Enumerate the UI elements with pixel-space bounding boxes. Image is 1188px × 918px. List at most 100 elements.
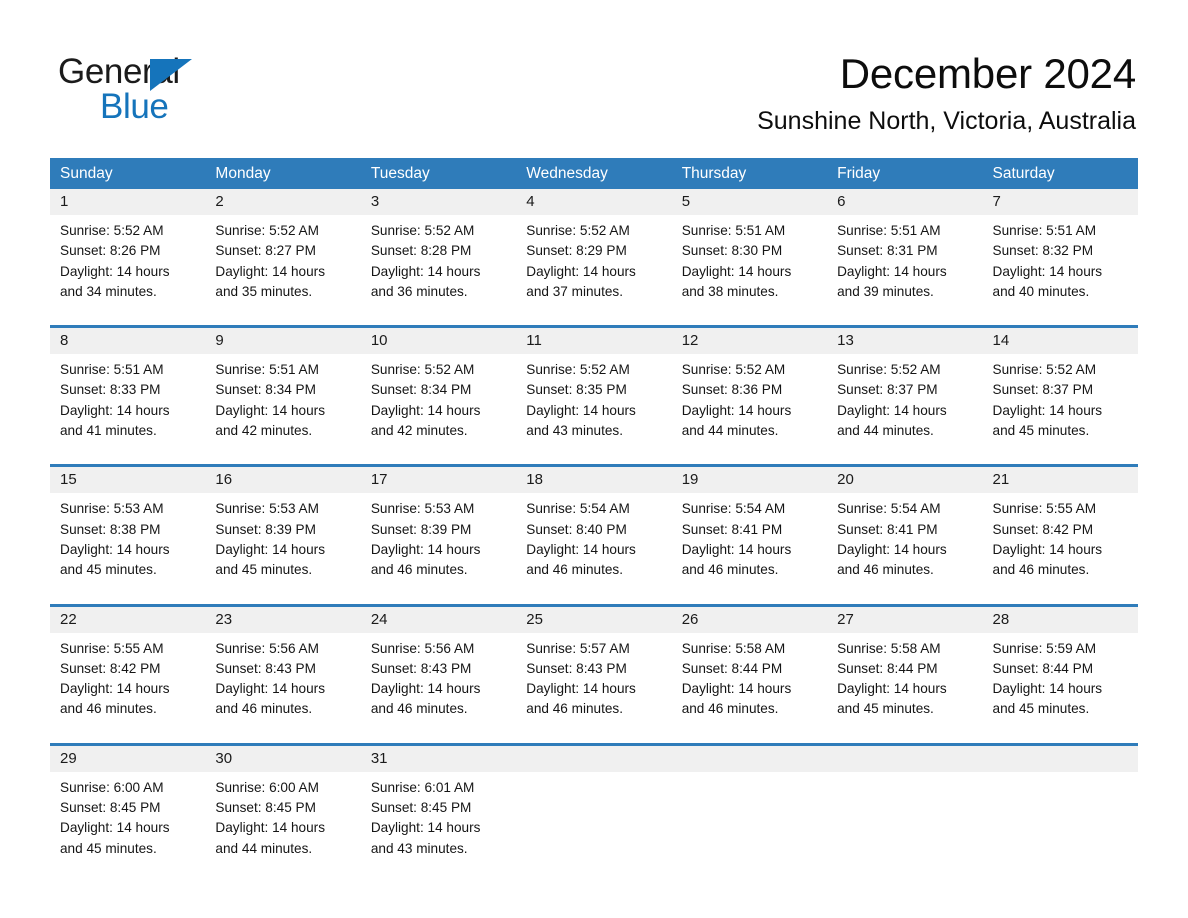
weekday-header-tuesday: Tuesday [370, 165, 430, 182]
day-sun-info: Sunrise: 5:51 AM Sunset: 8:34 PM Dayligh… [215, 362, 325, 439]
day-number: 26 [671, 606, 828, 633]
day-number: 5 [671, 189, 828, 215]
day-number: 20 [827, 467, 983, 494]
day-number: 28 [982, 606, 1138, 633]
day-sun-info [827, 772, 982, 778]
day-sun-info: Sunrise: 5:52 AM Sunset: 8:34 PM Dayligh… [370, 362, 481, 439]
day-cell[interactable]: 29 Sunrise: 6:00 AM Sunset: 8:45 PM Dayl… [50, 745, 206, 871]
day-number: 15 [50, 467, 206, 494]
weekday-header-monday: Monday [215, 165, 271, 182]
day-sun-info: Sunrise: 5:59 AM Sunset: 8:44 PM Dayligh… [992, 640, 1103, 717]
day-sun-info: Sunrise: 5:52 AM Sunset: 8:26 PM Dayligh… [60, 223, 170, 299]
day-sun-info: Sunrise: 5:52 AM Sunset: 8:37 PM Dayligh… [992, 362, 1103, 439]
day-sun-info: Sunrise: 5:54 AM Sunset: 8:41 PM Dayligh… [837, 501, 947, 578]
logo-text-blue: Blue [100, 87, 169, 126]
day-cell[interactable]: 16 Sunrise: 5:53 AM Sunset: 8:39 PM Dayl… [205, 467, 361, 593]
day-cell[interactable]: 7 Sunrise: 5:51 AM Sunset: 8:32 PM Dayli… [982, 189, 1138, 315]
day-cell[interactable]: 9 Sunrise: 5:51 AM Sunset: 8:34 PM Dayli… [205, 328, 361, 454]
day-number: 9 [205, 328, 361, 355]
day-number: 22 [50, 606, 206, 633]
day-cell[interactable]: 30 Sunrise: 6:00 AM Sunset: 8:45 PM Dayl… [205, 745, 361, 871]
day-sun-info: Sunrise: 5:55 AM Sunset: 8:42 PM Dayligh… [60, 640, 170, 717]
day-sun-info: Sunrise: 6:00 AM Sunset: 8:45 PM Dayligh… [215, 779, 325, 856]
day-number: 18 [516, 467, 672, 494]
day-cell[interactable]: 18 Sunrise: 5:54 AM Sunset: 8:40 PM Dayl… [516, 467, 672, 593]
weekday-header-row: Sunday Monday Tuesday Wednesday Thursday… [50, 158, 1138, 189]
day-cell[interactable]: 19 Sunrise: 5:54 AM Sunset: 8:41 PM Dayl… [671, 467, 828, 593]
day-number: 13 [827, 328, 983, 355]
day-number: 12 [671, 328, 828, 355]
day-number: 6 [827, 189, 983, 215]
day-sun-info: Sunrise: 5:57 AM Sunset: 8:43 PM Dayligh… [526, 640, 636, 717]
day-cell-empty [982, 745, 1138, 871]
day-number: 31 [360, 745, 517, 772]
week-row: 1 Sunrise: 5:52 AM Sunset: 8:26 PM Dayli… [50, 189, 1138, 315]
day-sun-info: Sunrise: 5:54 AM Sunset: 8:40 PM Dayligh… [526, 501, 636, 578]
day-cell[interactable]: 23 Sunrise: 5:56 AM Sunset: 8:43 PM Dayl… [205, 606, 361, 732]
day-sun-info: Sunrise: 5:52 AM Sunset: 8:27 PM Dayligh… [215, 223, 325, 299]
day-cell-empty [827, 745, 983, 871]
day-cell[interactable]: 17 Sunrise: 5:53 AM Sunset: 8:39 PM Dayl… [360, 467, 517, 593]
day-cell[interactable]: 1 Sunrise: 5:52 AM Sunset: 8:26 PM Dayli… [50, 189, 206, 315]
day-sun-info: Sunrise: 5:51 AM Sunset: 8:30 PM Dayligh… [681, 223, 792, 299]
day-sun-info: Sunrise: 5:55 AM Sunset: 8:42 PM Dayligh… [992, 501, 1103, 578]
day-cell[interactable]: 21 Sunrise: 5:55 AM Sunset: 8:42 PM Dayl… [982, 467, 1138, 593]
day-cell[interactable]: 4 Sunrise: 5:52 AM Sunset: 8:29 PM Dayli… [516, 189, 672, 315]
day-cell[interactable]: 15 Sunrise: 5:53 AM Sunset: 8:38 PM Dayl… [50, 467, 206, 593]
weekday-header-wednesday: Wednesday [526, 165, 608, 182]
weekday-header-sunday: Sunday [60, 165, 113, 182]
day-sun-info: Sunrise: 5:52 AM Sunset: 8:37 PM Dayligh… [837, 362, 947, 439]
day-cell[interactable]: 2 Sunrise: 5:52 AM Sunset: 8:27 PM Dayli… [205, 189, 361, 315]
day-cell[interactable]: 10 Sunrise: 5:52 AM Sunset: 8:34 PM Dayl… [360, 328, 517, 454]
day-cell[interactable]: 20 Sunrise: 5:54 AM Sunset: 8:41 PM Dayl… [827, 467, 983, 593]
day-number: 30 [205, 745, 361, 772]
page-header: General Blue December 2024 Sunshine Nort… [0, 0, 1188, 150]
day-sun-info: Sunrise: 5:52 AM Sunset: 8:36 PM Dayligh… [681, 362, 792, 439]
day-number [671, 745, 828, 772]
day-cell[interactable]: 26 Sunrise: 5:58 AM Sunset: 8:44 PM Dayl… [671, 606, 828, 732]
day-number: 19 [671, 467, 828, 494]
day-cell[interactable]: 28 Sunrise: 5:59 AM Sunset: 8:44 PM Dayl… [982, 606, 1138, 732]
day-number: 10 [360, 328, 517, 355]
day-cell[interactable]: 24 Sunrise: 5:56 AM Sunset: 8:43 PM Dayl… [360, 606, 517, 732]
day-number [982, 745, 1138, 772]
day-sun-info [983, 772, 1138, 778]
week-row: 8 Sunrise: 5:51 AM Sunset: 8:33 PM Dayli… [50, 325, 1138, 454]
day-cell[interactable]: 25 Sunrise: 5:57 AM Sunset: 8:43 PM Dayl… [516, 606, 672, 732]
day-cell[interactable]: 3 Sunrise: 5:52 AM Sunset: 8:28 PM Dayli… [360, 189, 517, 315]
day-cell[interactable]: 31 Sunrise: 6:01 AM Sunset: 8:45 PM Dayl… [360, 745, 517, 871]
calendar-page: General Blue December 2024 Sunshine Nort… [0, 0, 1188, 918]
day-number: 27 [827, 606, 983, 633]
day-number: 25 [516, 606, 672, 633]
day-cell[interactable]: 13 Sunrise: 5:52 AM Sunset: 8:37 PM Dayl… [827, 328, 983, 454]
day-number: 1 [50, 189, 206, 215]
day-cell[interactable]: 14 Sunrise: 5:52 AM Sunset: 8:37 PM Dayl… [982, 328, 1138, 454]
day-cell[interactable]: 5 Sunrise: 5:51 AM Sunset: 8:30 PM Dayli… [671, 189, 828, 315]
day-cell[interactable]: 8 Sunrise: 5:51 AM Sunset: 8:33 PM Dayli… [50, 328, 206, 454]
day-sun-info: Sunrise: 6:01 AM Sunset: 8:45 PM Dayligh… [370, 779, 481, 856]
day-number: 8 [50, 328, 206, 355]
weekday-header-saturday: Saturday [992, 165, 1055, 182]
day-number: 16 [205, 467, 361, 494]
day-cell[interactable]: 12 Sunrise: 5:52 AM Sunset: 8:36 PM Dayl… [671, 328, 828, 454]
day-number [516, 745, 672, 772]
day-cell-empty [516, 745, 672, 871]
day-cell[interactable]: 27 Sunrise: 5:58 AM Sunset: 8:44 PM Dayl… [827, 606, 983, 732]
weekday-header-thursday: Thursday [681, 165, 747, 182]
day-sun-info [672, 772, 827, 778]
day-sun-info: Sunrise: 5:56 AM Sunset: 8:43 PM Dayligh… [215, 640, 325, 717]
day-sun-info: Sunrise: 5:51 AM Sunset: 8:31 PM Dayligh… [837, 223, 947, 299]
day-sun-info [516, 772, 671, 778]
day-sun-info: Sunrise: 5:58 AM Sunset: 8:44 PM Dayligh… [837, 640, 947, 717]
day-cell-empty [671, 745, 828, 871]
day-cell[interactable]: 22 Sunrise: 5:55 AM Sunset: 8:42 PM Dayl… [50, 606, 206, 732]
day-cell[interactable]: 6 Sunrise: 5:51 AM Sunset: 8:31 PM Dayli… [827, 189, 983, 315]
day-sun-info: Sunrise: 5:51 AM Sunset: 8:33 PM Dayligh… [60, 362, 170, 439]
day-cell[interactable]: 11 Sunrise: 5:52 AM Sunset: 8:35 PM Dayl… [516, 328, 672, 454]
day-number: 2 [205, 189, 361, 215]
generalblue-logo[interactable]: General Blue [58, 52, 328, 128]
page-title: December 2024 [839, 50, 1136, 97]
day-sun-info: Sunrise: 5:52 AM Sunset: 8:29 PM Dayligh… [526, 223, 636, 299]
day-sun-info: Sunrise: 5:52 AM Sunset: 8:35 PM Dayligh… [526, 362, 636, 439]
day-number: 7 [982, 189, 1138, 215]
